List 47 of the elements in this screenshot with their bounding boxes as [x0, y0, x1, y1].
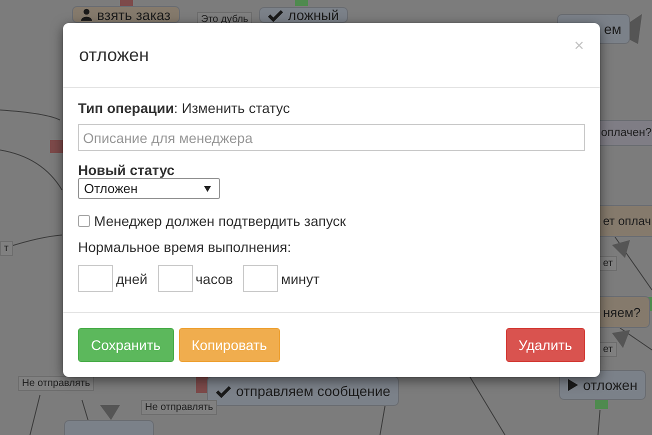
- unit-label: дней: [116, 270, 148, 286]
- node-label: ет оплач: [603, 214, 651, 228]
- check-icon: [268, 8, 283, 22]
- node-label: оплачен?: [601, 127, 652, 139]
- node-label: ем: [604, 21, 622, 37]
- connector-line: [380, 406, 386, 435]
- connector-line: [0, 150, 62, 190]
- edge-label: Не отправлять: [141, 400, 218, 415]
- node-label: няем?: [603, 304, 641, 320]
- status-select[interactable]: Отложен: [78, 178, 220, 199]
- arrowhead-icon: [612, 240, 630, 258]
- connector-line: [0, 110, 60, 120]
- description-field[interactable]: Описание для менеджера: [78, 124, 585, 151]
- checkbox[interactable]: [78, 215, 90, 227]
- play-icon: [568, 379, 578, 391]
- edge-label: ет: [599, 342, 617, 357]
- arrowhead-icon: [612, 330, 630, 348]
- dialog-title: отложен: [79, 44, 149, 66]
- unit-label: часов: [196, 270, 233, 286]
- node-label: взять заказ: [97, 7, 171, 22]
- edge-label: т: [0, 241, 13, 256]
- action-button[interactable]: Копировать: [178, 328, 280, 362]
- duration-field[interactable]: [158, 265, 193, 292]
- field-label: Новый статус: [78, 162, 175, 178]
- unit-label: минут: [280, 270, 320, 286]
- action-button[interactable]: Сохранить: [78, 328, 174, 362]
- node-label: отправляем сообщение: [236, 383, 390, 399]
- connector-line: [82, 400, 88, 420]
- connector-line: [598, 410, 600, 435]
- edge-label: Не отправлять: [18, 376, 94, 391]
- connector-line: [470, 376, 506, 435]
- edge-label: ет: [599, 256, 617, 271]
- connector-line: [30, 394, 40, 435]
- connector-line: [614, 236, 652, 290]
- node-label: отложен: [583, 377, 638, 393]
- caret-icon: [204, 186, 211, 192]
- person-icon: [81, 8, 92, 21]
- node-label: ложный: [288, 8, 339, 22]
- field-label: Нормальное время выполнения:: [78, 239, 292, 255]
- duration-field[interactable]: [78, 265, 113, 292]
- action-button[interactable]: Удалить: [506, 328, 585, 362]
- connector-line: [620, 328, 652, 350]
- operation-type: Тип операции: Изменить статус: [78, 100, 290, 116]
- close-button[interactable]: ×: [574, 36, 584, 56]
- checkbox-label: Менеджер должен подтвердить запуск: [94, 213, 346, 229]
- duration-field[interactable]: [242, 265, 278, 292]
- check-icon: [216, 384, 231, 398]
